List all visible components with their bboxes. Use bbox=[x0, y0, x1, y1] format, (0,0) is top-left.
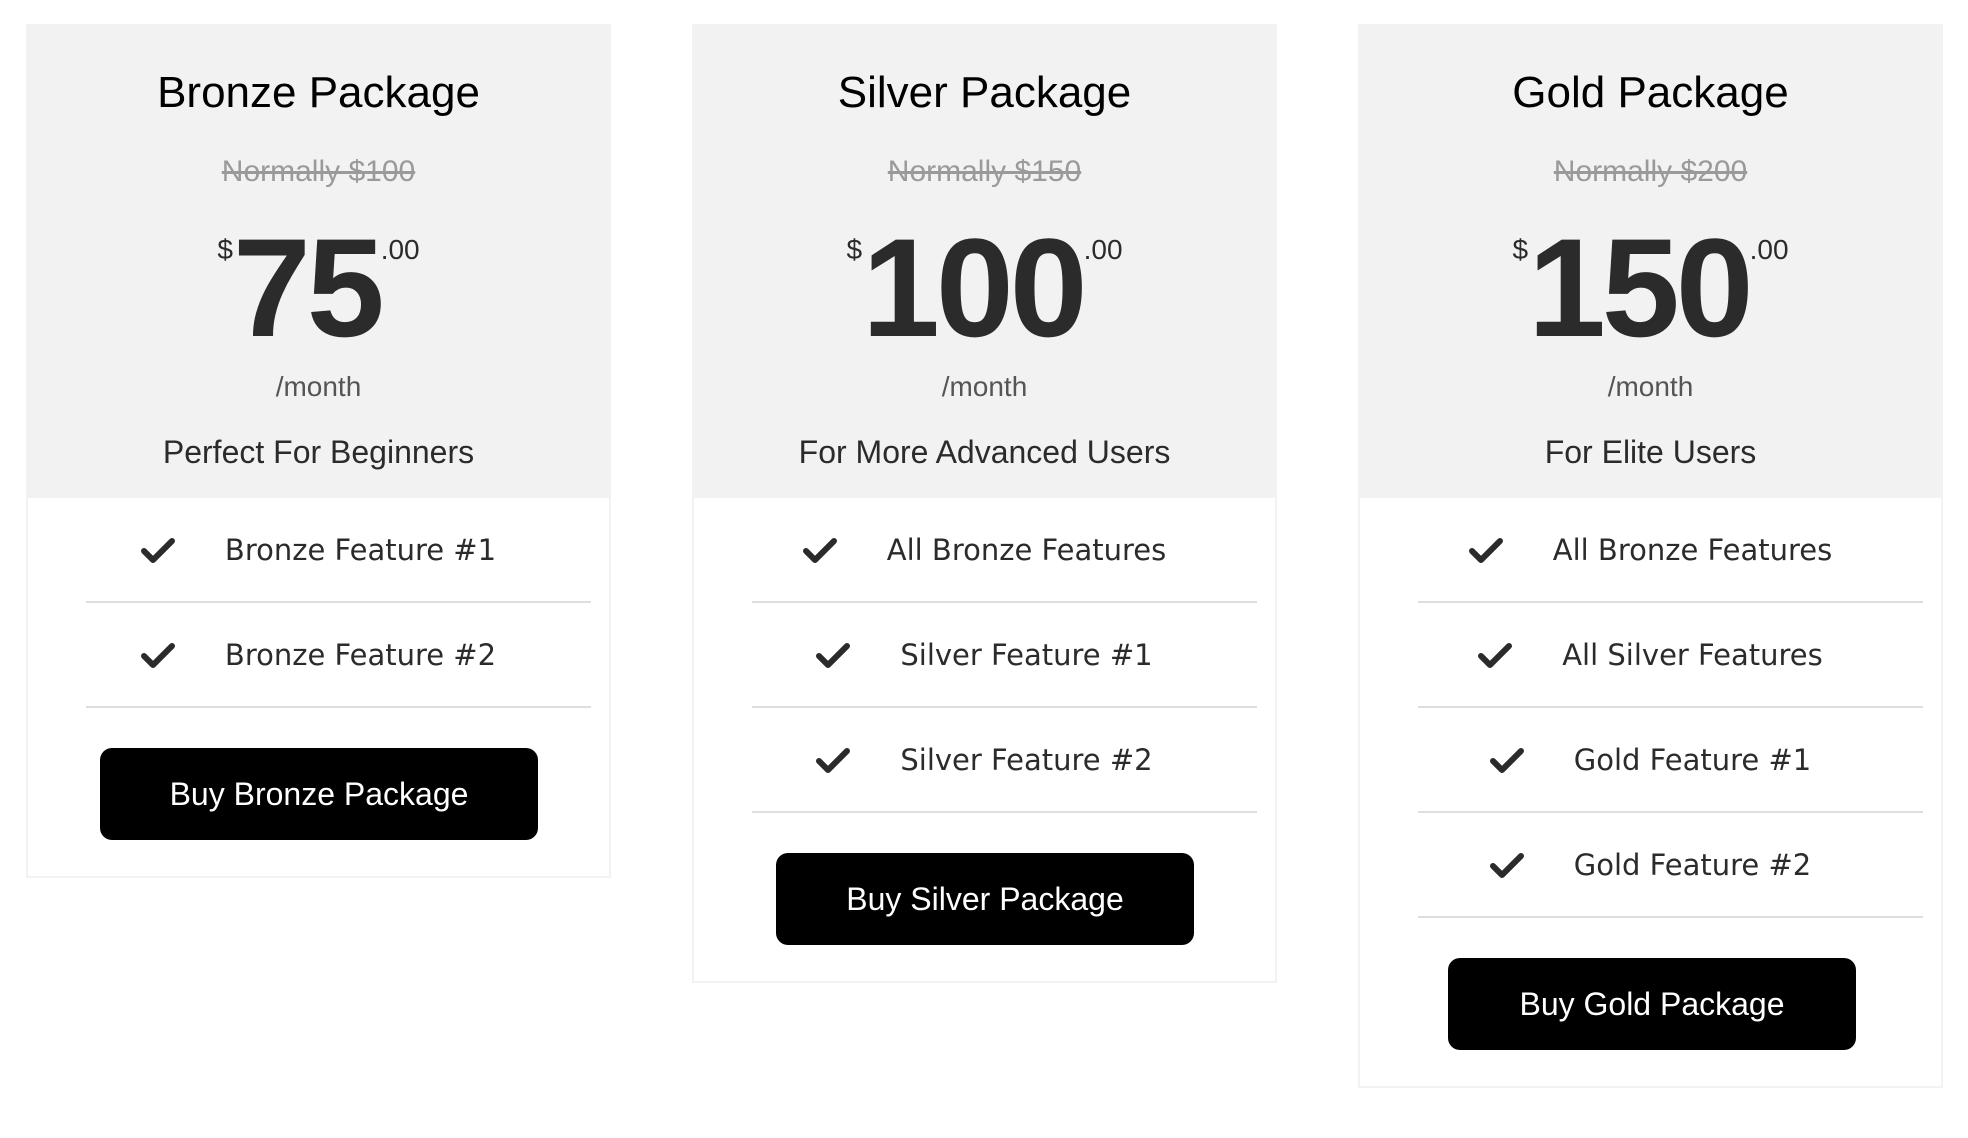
billing-period: /month bbox=[1607, 371, 1694, 402]
check-icon bbox=[140, 642, 175, 668]
price-cents: .00 bbox=[1083, 234, 1123, 265]
currency-symbol: $ bbox=[217, 234, 233, 265]
feature-text: Bronze Feature #2 bbox=[224, 637, 497, 672]
feature-text: All Bronze Features bbox=[1552, 532, 1833, 567]
price-amount: 100 bbox=[862, 209, 1088, 366]
plan-tagline: Perfect For Beginners bbox=[162, 434, 475, 470]
original-price: Normally $200 bbox=[1360, 155, 1941, 189]
feature-list: Bronze Feature #1 Bronze Feature #2 bbox=[28, 498, 609, 708]
check-icon bbox=[816, 747, 851, 773]
feature-list: All Bronze Features Silver Feature #1 Si… bbox=[694, 498, 1275, 813]
feature-item: All Bronze Features bbox=[752, 498, 1257, 603]
feature-text: Silver Feature #2 bbox=[900, 742, 1153, 777]
card-header: Silver Package Normally $150 $100.00 /mo… bbox=[694, 26, 1275, 498]
price: $150.00 bbox=[1360, 218, 1941, 358]
buy-silver-button[interactable]: Buy Silver Package bbox=[776, 853, 1194, 945]
original-price-text: Normally $150 bbox=[887, 155, 1082, 188]
price: $100.00 bbox=[694, 218, 1275, 358]
plan-title: Bronze Package bbox=[157, 68, 480, 117]
check-icon bbox=[1468, 537, 1503, 563]
button-container: Buy Gold Package bbox=[1360, 918, 1941, 1086]
check-icon bbox=[802, 537, 837, 563]
original-price-text: Normally $200 bbox=[1553, 155, 1748, 188]
original-price: Normally $150 bbox=[694, 155, 1275, 189]
check-icon bbox=[1489, 852, 1524, 878]
button-container: Buy Bronze Package bbox=[28, 708, 609, 876]
feature-item: Silver Feature #1 bbox=[752, 603, 1257, 708]
feature-text: All Silver Features bbox=[1562, 637, 1823, 672]
feature-list: All Bronze Features All Silver Features … bbox=[1360, 498, 1941, 918]
feature-text: Gold Feature #2 bbox=[1573, 847, 1812, 882]
pricing-card-silver: Silver Package Normally $150 $100.00 /mo… bbox=[692, 24, 1277, 983]
plan-tagline: For More Advanced Users bbox=[798, 434, 1171, 470]
plan-title: Silver Package bbox=[837, 68, 1132, 117]
price-amount: 150 bbox=[1528, 209, 1754, 366]
billing-period: /month bbox=[941, 371, 1028, 402]
original-price: Normally $100 bbox=[28, 155, 609, 189]
buy-gold-button[interactable]: Buy Gold Package bbox=[1448, 958, 1856, 1050]
card-header: Bronze Package Normally $100 $75.00 /mon… bbox=[28, 26, 609, 498]
buy-bronze-button[interactable]: Buy Bronze Package bbox=[100, 748, 538, 840]
plan-tagline: For Elite Users bbox=[1544, 434, 1757, 470]
price: $75.00 bbox=[28, 218, 609, 358]
billing-period: /month bbox=[275, 371, 362, 402]
feature-item: All Bronze Features bbox=[1418, 498, 1923, 603]
feature-text: Gold Feature #1 bbox=[1573, 742, 1812, 777]
check-icon bbox=[140, 537, 175, 563]
original-price-text: Normally $100 bbox=[221, 155, 416, 188]
price-amount: 75 bbox=[232, 209, 385, 366]
feature-item: Bronze Feature #2 bbox=[86, 603, 591, 708]
price-cents: .00 bbox=[380, 234, 420, 265]
currency-symbol: $ bbox=[846, 234, 863, 265]
button-container: Buy Silver Package bbox=[694, 813, 1275, 981]
check-icon bbox=[1489, 747, 1524, 773]
pricing-card-bronze: Bronze Package Normally $100 $75.00 /mon… bbox=[26, 24, 611, 878]
feature-item: Bronze Feature #1 bbox=[86, 498, 591, 603]
plan-title: Gold Package bbox=[1512, 68, 1789, 117]
feature-text: Silver Feature #1 bbox=[900, 637, 1153, 672]
feature-text: All Bronze Features bbox=[886, 532, 1167, 567]
card-header: Gold Package Normally $200 $150.00 /mont… bbox=[1360, 26, 1941, 498]
feature-item: Gold Feature #2 bbox=[1418, 813, 1923, 918]
check-icon bbox=[816, 642, 851, 668]
pricing-card-gold: Gold Package Normally $200 $150.00 /mont… bbox=[1358, 24, 1943, 1088]
feature-item: Silver Feature #2 bbox=[752, 708, 1257, 813]
feature-item: All Silver Features bbox=[1418, 603, 1923, 708]
currency-symbol: $ bbox=[1512, 234, 1529, 265]
price-cents: .00 bbox=[1749, 234, 1789, 265]
check-icon bbox=[1478, 642, 1513, 668]
feature-text: Bronze Feature #1 bbox=[224, 532, 497, 567]
feature-item: Gold Feature #1 bbox=[1418, 708, 1923, 813]
